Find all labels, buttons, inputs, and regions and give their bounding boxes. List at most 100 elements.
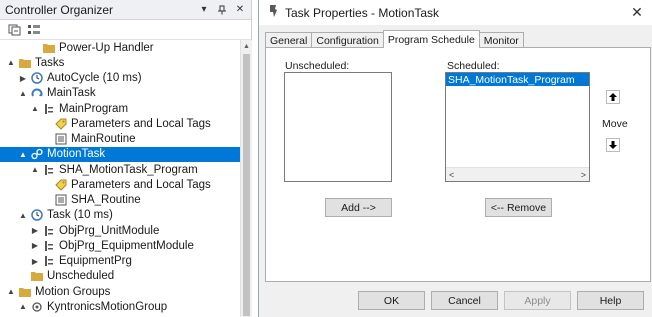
collapse-icon[interactable]: ▲ <box>6 58 16 68</box>
collapse-icon[interactable]: ▲ <box>30 104 40 114</box>
ok-button[interactable]: OK <box>358 291 425 310</box>
tree-item[interactable]: Power-Up Handler <box>0 40 240 55</box>
folder-icon <box>31 270 43 282</box>
tree-item[interactable]: Parameters and Local Tags <box>0 177 240 192</box>
dialog-tabs: General Configuration Program Schedule M… <box>265 30 524 48</box>
collapse-icon <box>18 271 28 281</box>
close-icon[interactable]: ✕ <box>233 3 247 17</box>
program-icon <box>43 255 55 267</box>
tree-item-label: Tasks <box>35 56 65 69</box>
dialog-title: Task Properties - MotionTask <box>285 5 440 20</box>
expand-icon[interactable]: ▶ <box>30 256 40 266</box>
list-item[interactable]: SHA_MotionTask_Program <box>446 73 589 86</box>
routine-icon <box>55 133 67 145</box>
tree-item[interactable]: ▲ KyntronicsMotionGroup <box>0 299 240 314</box>
scheduled-hscroll[interactable]: < > <box>446 167 589 181</box>
tag-icon <box>55 118 67 130</box>
apply-button[interactable]: Apply <box>504 291 571 310</box>
collapse-icon[interactable]: ▲ <box>18 210 28 220</box>
controller-organizer-pane: Controller Organizer ▾ ✕ Power-Up Handle… <box>0 0 252 317</box>
tree-item[interactable]: MainRoutine <box>0 132 240 147</box>
tree-item-label: Motion Groups <box>35 285 111 298</box>
motion-task-icon <box>31 148 43 160</box>
program-icon <box>43 103 55 115</box>
tab-program-schedule[interactable]: Program Schedule <box>382 30 480 48</box>
clock-icon <box>31 72 43 84</box>
tree-item-label: EquipmentPrg <box>59 255 132 268</box>
scheduled-label: Scheduled: <box>447 60 500 72</box>
expand-all-icon[interactable] <box>8 24 22 36</box>
organizer-title-bar: Controller Organizer ▾ ✕ <box>0 0 251 20</box>
collapse-icon[interactable]: ▲ <box>6 287 16 297</box>
tree-item[interactable]: ▲ Tasks <box>0 55 240 70</box>
remove-button[interactable]: <-- Remove <box>485 198 552 217</box>
organizer-scrollbar[interactable]: ▲ <box>240 40 252 317</box>
tab-general[interactable]: General <box>265 32 313 48</box>
collapse-icon[interactable]: ▲ <box>18 88 28 98</box>
program-schedule-panel: Unscheduled: Scheduled: SHA_MotionTask_P… <box>265 47 651 282</box>
program-icon <box>43 164 55 176</box>
arrow-down-icon <box>609 141 617 149</box>
pin-icon[interactable] <box>215 3 229 17</box>
collapse-icon[interactable]: ▲ <box>18 149 28 159</box>
collapse-all-icon[interactable] <box>27 24 41 36</box>
tree-item[interactable]: Parameters and Local Tags <box>0 116 240 131</box>
add-button[interactable]: Add --> <box>325 198 392 217</box>
scroll-left-icon[interactable]: < <box>449 170 454 180</box>
tree-item[interactable]: ▲ MainProgram <box>0 101 240 116</box>
cancel-button[interactable]: Cancel <box>431 291 498 310</box>
expand-icon[interactable]: ▶ <box>30 241 40 251</box>
tree-item[interactable]: ▶ ObjPrg_UnitModule <box>0 223 240 238</box>
collapse-icon <box>30 43 40 53</box>
dropdown-icon[interactable]: ▾ <box>197 3 211 17</box>
tree-item-label: ObjPrg_EquipmentModule <box>59 239 194 252</box>
expand-icon[interactable]: ▶ <box>18 73 28 83</box>
tab-configuration[interactable]: Configuration <box>311 32 384 48</box>
program-icon <box>43 240 55 252</box>
tree-item-label: MainRoutine <box>71 133 136 146</box>
tree-item-label: Parameters and Local Tags <box>71 117 211 130</box>
collapse-icon <box>42 119 52 129</box>
scroll-thumb[interactable] <box>243 54 250 316</box>
close-icon[interactable]: ✕ <box>622 0 652 25</box>
tree-item-label: KyntronicsMotionGroup <box>47 300 168 313</box>
tree-item-label: Power-Up Handler <box>59 41 154 54</box>
tree-item-label: MainProgram <box>59 102 129 115</box>
tree-item-label: Unscheduled <box>47 270 115 283</box>
folder-icon <box>43 42 55 54</box>
tree-item-label: SHA_MotionTask_Program <box>59 163 198 176</box>
scroll-right-icon[interactable]: > <box>581 170 586 180</box>
tree-item[interactable]: Unscheduled <box>0 269 240 284</box>
tree-item-label: MainTask <box>47 87 96 100</box>
unscheduled-list[interactable] <box>284 72 392 182</box>
motion-group-icon <box>31 301 43 313</box>
move-down-button[interactable] <box>606 138 620 152</box>
collapse-icon <box>42 180 52 190</box>
tab-monitor[interactable]: Monitor <box>478 32 524 48</box>
tree-item[interactable]: ▶ AutoCycle (10 ms) <box>0 71 240 86</box>
tree-item-label: Task (10 ms) <box>47 209 113 222</box>
tree-item[interactable]: ▲ SHA_MotionTask_Program <box>0 162 240 177</box>
tree-item-label: SHA_Routine <box>71 194 141 207</box>
tree-item[interactable]: ▲ MotionTask <box>0 146 240 162</box>
scroll-up-icon[interactable]: ▲ <box>241 40 252 52</box>
tree-item[interactable]: ▲ Task (10 ms) <box>0 208 240 223</box>
unscheduled-label: Unscheduled: <box>285 60 350 72</box>
tree-item-label: AutoCycle (10 ms) <box>47 72 142 85</box>
tree-item[interactable]: ▲ Motion Groups <box>0 284 240 299</box>
tree-item[interactable]: ▲ MainTask <box>0 86 240 101</box>
tree-item[interactable]: ▶ EquipmentPrg <box>0 254 240 269</box>
expand-icon[interactable]: ▶ <box>30 226 40 236</box>
collapse-icon[interactable]: ▲ <box>30 165 40 175</box>
routine-icon <box>55 194 67 206</box>
move-up-button[interactable] <box>606 90 620 104</box>
scheduled-list[interactable]: SHA_MotionTask_Program < > <box>445 72 590 182</box>
collapse-icon[interactable]: ▲ <box>18 302 28 312</box>
program-icon <box>43 225 55 237</box>
tree-item[interactable]: ▶ ObjPrg_EquipmentModule <box>0 238 240 253</box>
help-button[interactable]: Help <box>577 291 644 310</box>
tree-item[interactable]: SHA_Routine <box>0 193 240 208</box>
organizer-tree[interactable]: Power-Up Handler ▲ Tasks ▶ AutoCycle (10 ms)… <box>0 40 240 317</box>
clock-icon <box>31 209 43 222</box>
dialog-app-icon <box>267 4 279 21</box>
